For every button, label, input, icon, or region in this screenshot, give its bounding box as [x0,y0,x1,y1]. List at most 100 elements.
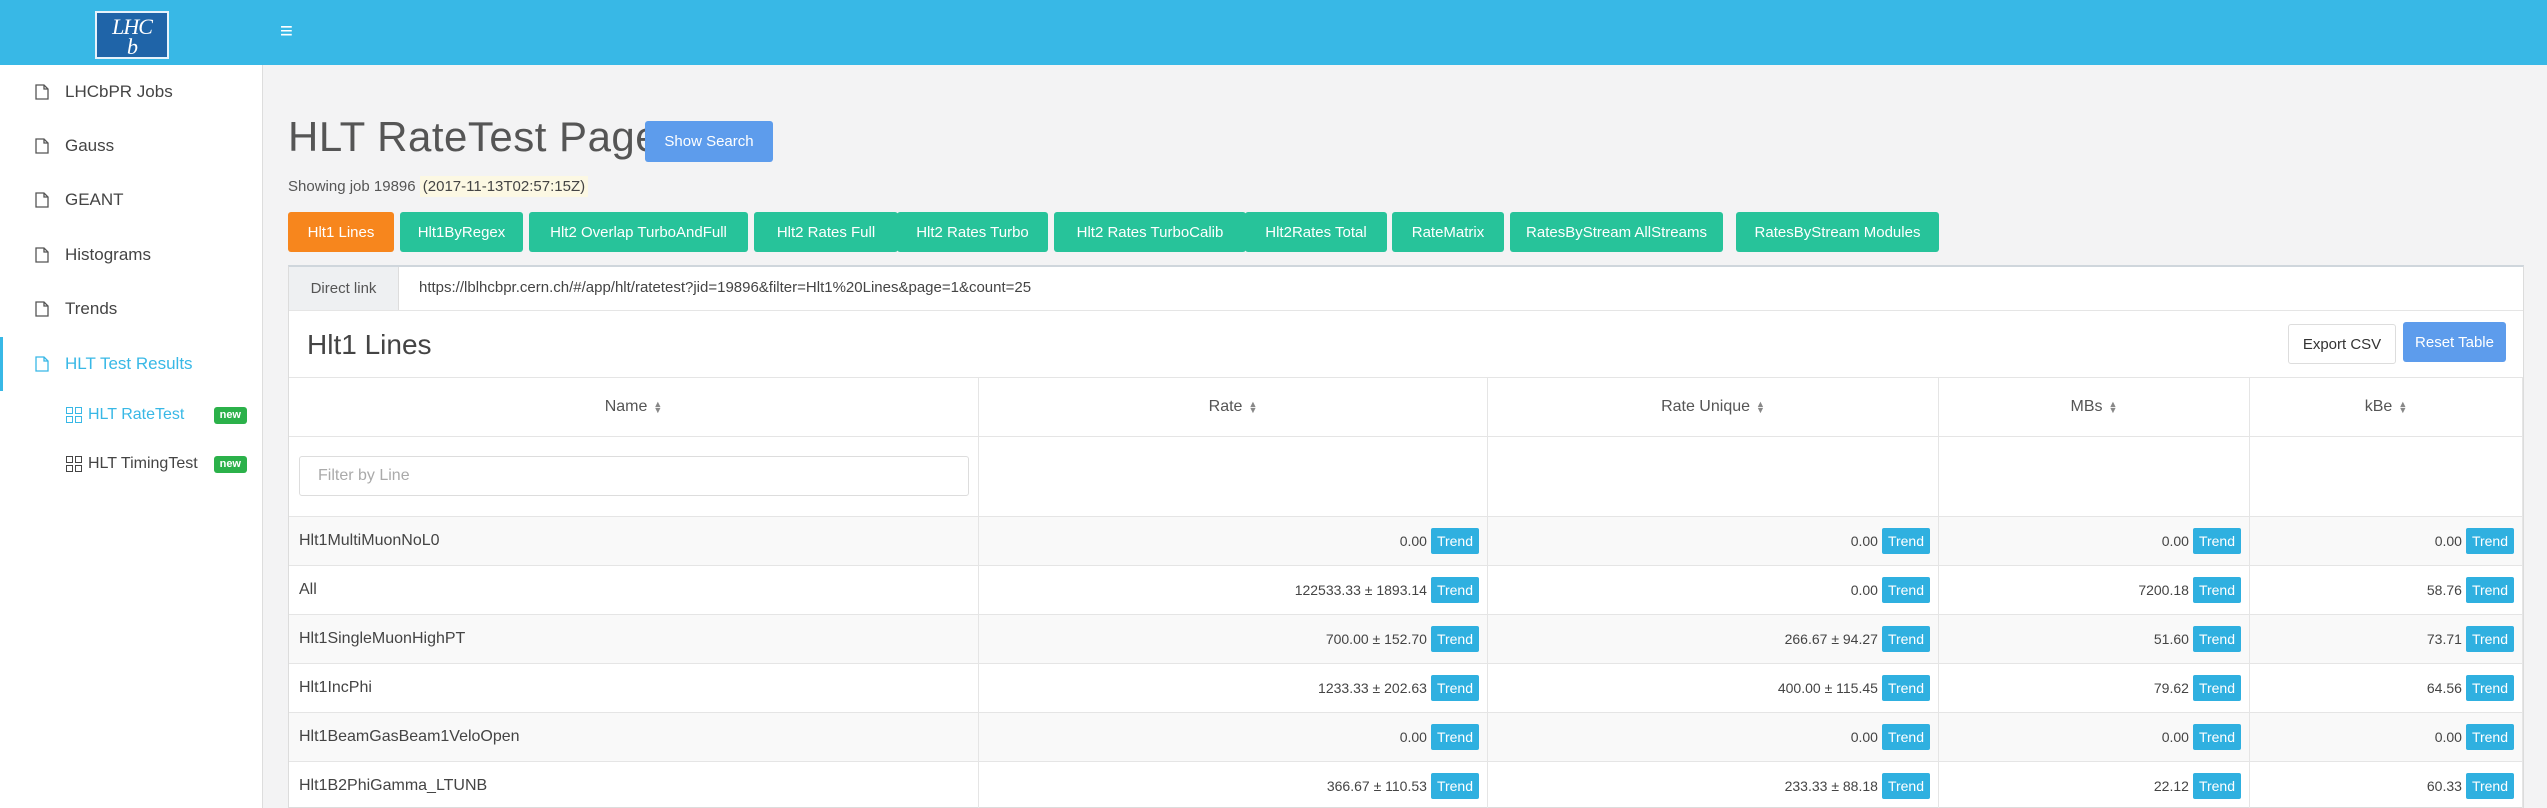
trend-button[interactable]: Trend [2192,773,2241,799]
lhcb-logo[interactable]: LHC b [95,11,169,59]
file-icon [35,301,49,317]
sidebar-item-hlt-test-results[interactable]: HLT Test Results [0,337,263,391]
cell-value: 58.76 [2426,582,2462,598]
cell-value: 1233.33 ± 202.63 [1318,680,1427,696]
trend-button[interactable]: Trend [2192,528,2241,554]
trend-button[interactable]: Trend [2465,773,2514,799]
sidebar-item-geant[interactable]: GEANT [0,173,263,227]
cell-mbs: 79.62 Trend [1939,664,2250,712]
cell-value: Hlt1SingleMuonHighPT [299,630,466,647]
tab-ratematrix[interactable]: RateMatrix [1392,212,1504,252]
results-panel: Direct link https://lblhcbpr.cern.ch/#/a… [288,265,2524,808]
reset-table-button[interactable]: Reset Table [2403,322,2506,362]
sidebar-item-histograms[interactable]: Histograms [0,228,263,282]
column-header-label: Rate Unique [1661,398,1751,415]
trend-button[interactable]: Trend [2465,675,2514,701]
trend-button[interactable]: Trend [2192,577,2241,603]
cell-name: Hlt1IncPhi [289,664,979,712]
sidebar-subitem-hlt-ratetest[interactable]: HLT RateTest new [0,395,263,435]
cell-value: 73.71 [2426,631,2462,647]
column-header-mbs[interactable]: MBs ▲ ▼ [1939,377,2250,437]
table-row: Hlt1MultiMuonNoL0 0.00 Trend 0.00 Trend 0.00 T… [289,517,2523,566]
trend-button[interactable]: Trend [1430,577,1479,603]
cell-rate-unique: 0.00 Trend [1488,517,1939,565]
trend-button[interactable]: Trend [2192,626,2241,652]
sidebar-item-label: GEANT [65,190,124,209]
column-header-name[interactable]: Name ▲ ▼ [289,377,979,437]
trend-button[interactable]: Trend [1430,675,1479,701]
cell-rate-unique: 233.33 ± 88.18 Trend [1488,762,1939,808]
sidebar-subitem-hlt-timingtest[interactable]: HLT TimingTest new [0,444,263,484]
tab-hlt1byregex[interactable]: Hlt1ByRegex [400,212,523,252]
table-row: All 122533.33 ± 1893.14 Trend 0.00 Trend 7200… [289,566,2523,615]
sidebar-item-gauss[interactable]: Gauss [0,119,263,173]
trend-button[interactable]: Trend [1430,724,1479,750]
sort-icon: ▲ ▼ [1756,399,1765,415]
tab-hlt2-rates-full[interactable]: Hlt2 Rates Full [754,212,898,252]
column-header-rate-unique[interactable]: Rate Unique ▲ ▼ [1488,377,1939,437]
column-header-label: MBs [2070,398,2103,415]
logo-text-bottom: b [127,34,138,59]
trend-button[interactable]: Trend [1881,773,1930,799]
sidebar-item-label: Trends [65,299,118,318]
table-title: Hlt1 Lines [307,329,432,360]
cell-value: 79.62 [2153,680,2189,696]
tab-hlt2rates-total[interactable]: Hlt2Rates Total [1245,212,1387,252]
column-header-label: kBe [2364,398,2393,415]
direct-link-row: Direct link https://lblhcbpr.cern.ch/#/a… [289,267,2523,311]
cell-name: All [289,566,979,614]
tab-ratesbystream-modules[interactable]: RatesByStream Modules [1736,212,1939,252]
tab-ratesbystream-allstreams[interactable]: RatesByStream AllStreams [1510,212,1723,252]
trend-button[interactable]: Trend [2465,626,2514,652]
job-info-text: Showing job 19896 [288,178,416,195]
filter-cell [1488,437,1939,517]
file-icon [35,138,49,154]
direct-link-url[interactable]: https://lblhcbpr.cern.ch/#/app/hlt/ratet… [419,279,1031,296]
trend-button[interactable]: Trend [2192,724,2241,750]
trend-button[interactable]: Trend [1881,528,1930,554]
new-badge: new [213,407,247,424]
cell-mbs: 7200.18 Trend [1939,566,2250,614]
cell-mbs: 51.60 Trend [1939,615,2250,663]
trend-button[interactable]: Trend [1430,528,1479,554]
sidebar-item-label: HLT Test Results [65,354,193,373]
cell-value: 0.00 [1850,582,1878,598]
tab-hlt2-rates-turbo[interactable]: Hlt2 Rates Turbo [897,212,1048,252]
export-csv-button[interactable]: Export CSV [2288,324,2396,364]
cell-value: 0.00 [1399,533,1427,549]
cell-value: 0.00 [1399,729,1427,745]
filter-by-line-input[interactable] [299,456,969,496]
trend-button[interactable]: Trend [2465,528,2514,554]
cell-kbe: 58.76 Trend [2250,566,2523,614]
cell-value: Hlt1MultiMuonNoL0 [299,532,440,549]
cell-value: 0.00 [1850,533,1878,549]
trend-button[interactable]: Trend [2465,724,2514,750]
sidebar-item-lhcbpr-jobs[interactable]: LHCbPR Jobs [0,65,263,119]
tab-hlt1-lines[interactable]: Hlt1 Lines [288,212,394,252]
show-search-button[interactable]: Show Search [645,121,773,162]
file-icon [35,247,49,263]
tab-hlt2-rates-turbocalib[interactable]: Hlt2 Rates TurboCalib [1054,212,1246,252]
trend-button[interactable]: Trend [2192,675,2241,701]
column-header-kbe[interactable]: kBe ▲ ▼ [2250,377,2523,437]
hamburger-icon[interactable]: ≡ [280,20,300,42]
sidebar-item-trends[interactable]: Trends [0,282,263,336]
column-header-rate[interactable]: Rate ▲ ▼ [979,377,1488,437]
cell-rate-unique: 0.00 Trend [1488,566,1939,614]
tab-hlt2-overlap-turboandfull[interactable]: Hlt2 Overlap TurboAndFull [529,212,748,252]
trend-button[interactable]: Trend [1881,675,1930,701]
new-badge: new [213,456,247,473]
trend-button[interactable]: Trend [1881,626,1930,652]
trend-button[interactable]: Trend [2465,577,2514,603]
filter-cell [979,437,1488,517]
trend-button[interactable]: Trend [1430,626,1479,652]
cell-value: 700.00 ± 152.70 [1325,631,1427,647]
cell-rate-unique: 0.00 Trend [1488,713,1939,761]
cell-rate: 700.00 ± 152.70 Trend [979,615,1488,663]
sidebar-item-label: LHCbPR Jobs [65,82,173,101]
cell-rate: 1233.33 ± 202.63 Trend [979,664,1488,712]
table-row: Hlt1BeamGasBeam1VeloOpen 0.00 Trend 0.00 Tre… [289,713,2523,762]
trend-button[interactable]: Trend [1430,773,1479,799]
trend-button[interactable]: Trend [1881,577,1930,603]
trend-button[interactable]: Trend [1881,724,1930,750]
